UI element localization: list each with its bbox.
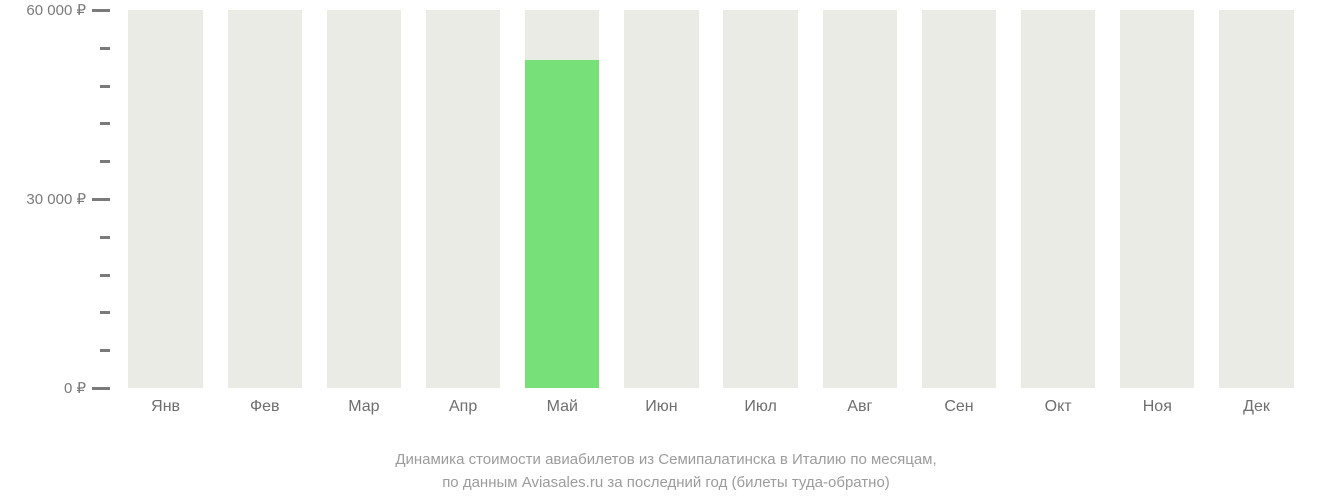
bar-slot xyxy=(1009,10,1108,388)
x-tick-label: Сен xyxy=(909,398,1008,416)
bar-background xyxy=(327,10,401,388)
y-tick-minor xyxy=(100,122,110,125)
bar-background xyxy=(228,10,302,388)
y-tick-major: 30 000 ₽ xyxy=(26,189,110,209)
chart-container: 0 ₽30 000 ₽60 000 ₽ ЯнвФевМарАпрМайИюнИю… xyxy=(0,0,1332,502)
bar-slot xyxy=(612,10,711,388)
plot-area xyxy=(110,10,1312,388)
bar-background xyxy=(426,10,500,388)
bar-value xyxy=(525,60,599,388)
bar-slot xyxy=(1207,10,1306,388)
y-tick-mark xyxy=(92,387,110,390)
bar-background xyxy=(1219,10,1293,388)
y-tick-mark xyxy=(92,9,110,12)
y-tick-mark xyxy=(92,198,110,201)
x-tick-label: Дек xyxy=(1207,398,1306,416)
bar-slot xyxy=(116,10,215,388)
bar-slot xyxy=(711,10,810,388)
bar-background xyxy=(128,10,202,388)
x-tick-label: Апр xyxy=(414,398,513,416)
bar-slot xyxy=(513,10,612,388)
x-axis: ЯнвФевМарАпрМайИюнИюлАвгСенОктНояДек xyxy=(110,398,1312,416)
bar-background xyxy=(922,10,996,388)
x-tick-label: Авг xyxy=(810,398,909,416)
bar-background xyxy=(525,10,599,388)
bar-slot xyxy=(909,10,1008,388)
x-tick-label: Фев xyxy=(215,398,314,416)
x-tick-label: Май xyxy=(513,398,612,416)
bar-background xyxy=(723,10,797,388)
chart-caption: Динамика стоимости авиабилетов из Семипа… xyxy=(0,449,1332,494)
bar-slot xyxy=(810,10,909,388)
bar-slot xyxy=(1108,10,1207,388)
y-tick-major: 60 000 ₽ xyxy=(26,0,110,20)
bar-background xyxy=(823,10,897,388)
y-tick-label: 0 ₽ xyxy=(64,379,86,397)
y-tick-label: 60 000 ₽ xyxy=(26,1,86,19)
x-tick-label: Окт xyxy=(1009,398,1108,416)
bar-slot xyxy=(414,10,513,388)
y-tick-minor xyxy=(100,349,110,352)
bars-area xyxy=(110,10,1312,388)
y-tick-minor xyxy=(100,311,110,314)
bar-slot xyxy=(314,10,413,388)
caption-line-2: по данным Aviasales.ru за последний год … xyxy=(0,472,1332,495)
x-tick-label: Янв xyxy=(116,398,215,416)
bar-background xyxy=(1021,10,1095,388)
y-tick-minor xyxy=(100,47,110,50)
bar-background xyxy=(624,10,698,388)
y-tick-minor xyxy=(100,274,110,277)
x-tick-label: Мар xyxy=(314,398,413,416)
y-tick-label: 30 000 ₽ xyxy=(26,190,86,208)
x-tick-label: Ноя xyxy=(1108,398,1207,416)
y-tick-minor xyxy=(100,236,110,239)
y-tick-minor xyxy=(100,160,110,163)
caption-line-1: Динамика стоимости авиабилетов из Семипа… xyxy=(0,449,1332,472)
y-tick-minor xyxy=(100,85,110,88)
x-tick-label: Июн xyxy=(612,398,711,416)
bar-background xyxy=(1120,10,1194,388)
y-axis: 0 ₽30 000 ₽60 000 ₽ xyxy=(0,10,110,388)
y-tick-major: 0 ₽ xyxy=(64,378,110,398)
x-tick-label: Июл xyxy=(711,398,810,416)
bar-slot xyxy=(215,10,314,388)
